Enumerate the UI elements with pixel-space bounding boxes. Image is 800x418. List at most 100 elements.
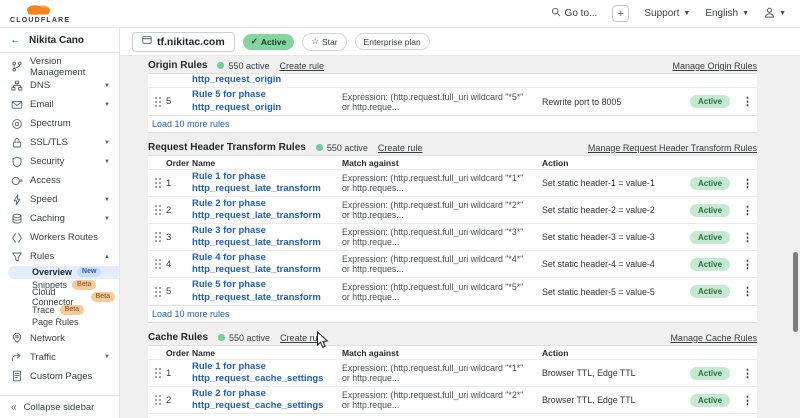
- domain-selector[interactable]: tf.nikitac.com: [132, 32, 235, 52]
- rule-name-link[interactable]: Rule 1 for phasehttp_request_cache_setti…: [192, 361, 342, 386]
- rule-name-link[interactable]: http_request_origin: [192, 74, 342, 86]
- sidebar-item-caching[interactable]: Caching▼: [0, 209, 119, 228]
- row-menu-button[interactable]: ⋮: [742, 177, 753, 190]
- load-more-rules-link[interactable]: Load 10 more rules: [148, 116, 757, 133]
- row-menu-button[interactable]: ⋮: [742, 258, 753, 271]
- sidebar-nav: Version ManagementDNS▼Email▼SpectrumSSL/…: [0, 53, 119, 395]
- site-header: tf.nikitac.com ✓ Active ☆ Star Enterpris…: [120, 28, 800, 56]
- drag-handle-icon[interactable]: [154, 286, 162, 298]
- drag-handle-icon[interactable]: [154, 367, 162, 379]
- drag-handle-icon[interactable]: [154, 258, 162, 270]
- rule-action: Set static header-4 = value-4: [542, 259, 690, 269]
- rule-expression: Expression: (http.request.full_uri wildc…: [342, 254, 542, 274]
- sidebar-item-email[interactable]: Email▼: [0, 95, 119, 114]
- section-head-origin-rules: Origin Rules550 activeCreate ruleManage …: [148, 58, 757, 73]
- sidebar-item-network[interactable]: Network: [0, 329, 119, 348]
- support-label: Support: [644, 8, 679, 19]
- row-menu-button[interactable]: ⋮: [742, 231, 753, 244]
- chevron-down-icon: ▼: [683, 10, 690, 17]
- user-menu[interactable]: ▼: [764, 7, 786, 21]
- rule-order: 1: [166, 368, 192, 379]
- email-icon: [11, 99, 23, 111]
- sidebar-item-security[interactable]: Security▼: [0, 152, 119, 171]
- sidebar-subitem-trace[interactable]: TraceBeta: [8, 304, 119, 317]
- sidebar-item-ssl-tls[interactable]: SSL/TLS▼: [0, 133, 119, 152]
- sidebar-subitem-cloud-connector[interactable]: Cloud ConnectorBeta: [8, 291, 119, 304]
- table-row: 1Rule 1 for phasehttp_request_cache_sett…: [148, 360, 757, 387]
- sidebar-item-workers-routes[interactable]: Workers Routes: [0, 228, 119, 247]
- rule-name-link[interactable]: Rule 5 for phasehttp_request_origin: [192, 89, 342, 114]
- rule-action: Rewrite port to 8005: [542, 97, 690, 107]
- sidebar-item-traffic[interactable]: Traffic▼: [0, 348, 119, 367]
- top-bar: CLOUDFLARE Go to... + Support ▼ English …: [0, 0, 800, 28]
- beta-badge: Beta: [91, 292, 115, 302]
- manage-rules-link[interactable]: Manage Origin Rules: [672, 61, 757, 71]
- sidebar-item-label: Workers Routes: [30, 232, 98, 243]
- drag-handle-icon[interactable]: [154, 394, 162, 406]
- back-arrow-icon[interactable]: ←: [10, 34, 21, 46]
- table-row: 2Rule 2 for phasehttp_request_late_trans…: [148, 197, 757, 224]
- create-rule-link[interactable]: Create rule: [279, 61, 324, 71]
- rule-name-link[interactable]: Rule 2 for phasehttp_request_cache_setti…: [192, 388, 342, 413]
- sidebar-item-label: DNS: [30, 80, 50, 91]
- manage-rules-link[interactable]: Manage Request Header Transform Rules: [588, 143, 757, 153]
- rule-expression: Expression: (http.request.full_uri wildc…: [342, 92, 542, 112]
- add-button[interactable]: +: [612, 5, 629, 22]
- rule-expression: Expression: (http.request.full_uri wildc…: [342, 363, 542, 383]
- sidebar-item-spectrum[interactable]: Spectrum: [0, 114, 119, 133]
- load-more-rules-link[interactable]: Load 10 more rules: [148, 306, 757, 323]
- custom-pages-icon: [11, 370, 23, 382]
- chevron-down-icon: ▼: [779, 10, 786, 17]
- drag-handle-icon[interactable]: [154, 96, 162, 108]
- cloudflare-logo[interactable]: CLOUDFLARE: [10, 3, 70, 24]
- star-button[interactable]: ☆ Star: [302, 33, 346, 51]
- chevron-down-icon: ▼: [104, 216, 110, 222]
- search-label: Go to...: [565, 8, 598, 19]
- table-row-partial: [148, 414, 757, 418]
- sidebar-item-access[interactable]: Access: [0, 171, 119, 190]
- vertical-scrollbar[interactable]: [793, 252, 798, 332]
- global-search[interactable]: Go to...: [551, 7, 598, 20]
- rule-name-link[interactable]: Rule 2 for phasehttp_request_late_transf…: [192, 198, 342, 223]
- chevron-down-icon: ▼: [742, 10, 749, 17]
- rule-name-link[interactable]: Rule 3 for phasehttp_request_late_transf…: [192, 225, 342, 250]
- status-badge: Active: [690, 258, 730, 271]
- sidebar-subitem-page-rules[interactable]: Page Rules: [8, 316, 119, 329]
- sidebar-subitem-label: Overview: [32, 267, 72, 277]
- collapse-sidebar-button[interactable]: « Collapse sidebar: [0, 395, 119, 418]
- rule-name-link[interactable]: Rule 4 for phasehttp_request_late_transf…: [192, 252, 342, 277]
- sidebar-item-custom-pages[interactable]: Custom Pages: [0, 367, 119, 386]
- row-menu-button[interactable]: ⋮: [742, 204, 753, 217]
- drag-handle-icon[interactable]: [154, 177, 162, 189]
- rule-name-link[interactable]: Rule 5 for phasehttp_request_late_transf…: [192, 279, 342, 304]
- rule-expression: Expression: (http.request.full_uri wildc…: [342, 390, 542, 410]
- rule-action: Set static header-2 = value-2: [542, 205, 690, 215]
- star-icon: ☆: [311, 36, 319, 47]
- status-badge: Active: [690, 177, 730, 190]
- sidebar-item-label: SSL/TLS: [30, 137, 68, 148]
- manage-rules-link[interactable]: Manage Cache Rules: [670, 333, 757, 343]
- rule-order: 5: [166, 96, 192, 107]
- sidebar-item-speed[interactable]: Speed▼: [0, 190, 119, 209]
- table-row: 2Rule 2 for phasehttp_request_cache_sett…: [148, 387, 757, 414]
- create-rule-link[interactable]: Create rule: [378, 143, 423, 153]
- sidebar-item-dns[interactable]: DNS▼: [0, 76, 119, 95]
- status-badge: Active: [690, 95, 730, 108]
- drag-handle-icon[interactable]: [154, 204, 162, 216]
- status-badge: Active: [690, 204, 730, 217]
- sidebar-item-rules[interactable]: Rules▲: [0, 247, 119, 266]
- drag-handle-icon[interactable]: [154, 231, 162, 243]
- new-badge: New: [77, 267, 101, 277]
- lock-icon: [11, 137, 23, 149]
- create-rule-link[interactable]: Create rule: [280, 333, 325, 343]
- rule-name-link[interactable]: Rule 1 for phasehttp_request_late_transf…: [192, 171, 342, 196]
- row-menu-button[interactable]: ⋮: [742, 367, 753, 380]
- row-menu-button[interactable]: ⋮: [742, 95, 753, 108]
- sidebar-subitem-overview[interactable]: Overview New: [8, 266, 119, 279]
- support-menu[interactable]: Support ▼: [644, 8, 690, 19]
- sidebar-item-version-management[interactable]: Version Management: [0, 57, 119, 76]
- row-menu-button[interactable]: ⋮: [742, 285, 753, 298]
- column-header-action: Action: [542, 348, 690, 358]
- row-menu-button[interactable]: ⋮: [742, 394, 753, 407]
- language-menu[interactable]: English ▼: [705, 8, 749, 19]
